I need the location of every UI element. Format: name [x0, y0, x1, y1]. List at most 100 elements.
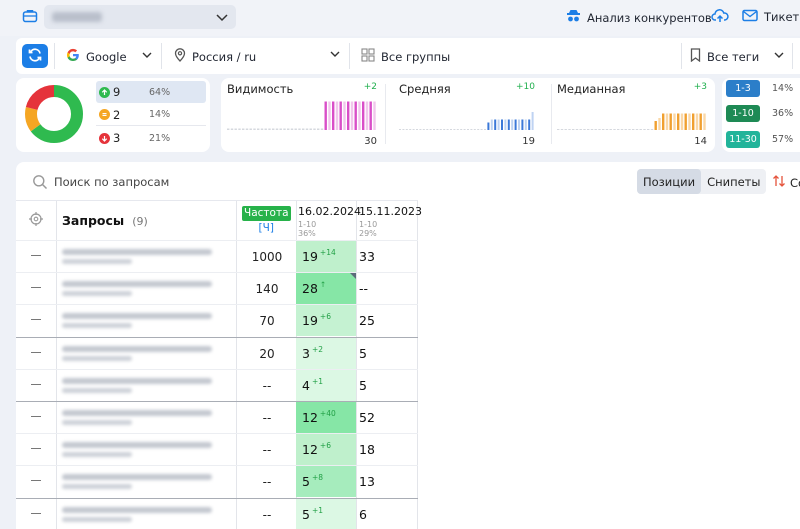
- sparkline-bar: [365, 101, 369, 130]
- stat-row-same[interactable]: 2 14%: [96, 104, 206, 126]
- sparkline-bar: [624, 129, 627, 130]
- metrics-card: Видимость +2 30 Средняя +10 19 Медианная…: [221, 78, 715, 152]
- sparkline-bar: [317, 128, 320, 130]
- sparkline-bar: [290, 128, 294, 130]
- sparkline-bar: [412, 129, 415, 130]
- stat-same-percent: 14%: [149, 109, 171, 120]
- project-select[interactable]: [44, 5, 236, 29]
- frequency-cell: 70: [259, 314, 275, 329]
- date-column-header-2[interactable]: 15.11.2023 1-10 29%: [359, 205, 422, 238]
- groups-select[interactable]: Все группы: [361, 48, 450, 65]
- tags-label: Все теги: [707, 49, 760, 64]
- position-cell-previous[interactable]: --: [359, 281, 368, 296]
- position-cell-current[interactable]: 12 +40: [296, 402, 356, 433]
- stat-row-up[interactable]: 9 64%: [96, 81, 206, 103]
- sparkline-bar: [369, 101, 372, 130]
- metric-median[interactable]: Медианная +3 14: [551, 78, 715, 152]
- frequency-cell: --: [262, 411, 272, 425]
- range-percent: 36%: [772, 108, 794, 119]
- refresh-icon: [27, 47, 43, 66]
- sparkline-bar: [669, 113, 672, 130]
- metric-average[interactable]: Средняя +10 19: [393, 78, 543, 152]
- position-cell-previous[interactable]: 25: [359, 313, 375, 328]
- search-engine-select[interactable]: Google: [66, 48, 153, 65]
- position-cell-previous[interactable]: 52: [359, 410, 375, 425]
- frequency-cell: --: [262, 378, 272, 393]
- queries-count: (9): [132, 215, 148, 228]
- sparkline-bar: [347, 101, 350, 130]
- metric-average-sparkline: [399, 112, 534, 130]
- grid-icon: [361, 48, 375, 65]
- sparkline-bar: [650, 129, 654, 130]
- tab-snippets[interactable]: Снипеты: [701, 169, 766, 194]
- position-cell-current[interactable]: 12 +6: [296, 434, 356, 466]
- table-row[interactable]: 140 28 ↑ --: [16, 272, 418, 305]
- search-icon: [32, 174, 48, 193]
- position-change: +1: [311, 505, 324, 515]
- position-value: 19: [302, 313, 318, 329]
- table-row[interactable]: 70 19 +6 25: [16, 304, 418, 337]
- table-row[interactable]: -- 5 +8 13: [16, 465, 418, 498]
- cloud-upload-button[interactable]: [711, 8, 729, 27]
- query-text-blurred: [62, 281, 212, 288]
- query-search-input[interactable]: [54, 172, 314, 192]
- top-bar: Анализ конкурентов Тикеты: [0, 0, 800, 36]
- table-row[interactable]: -- 12 +6 18: [16, 433, 418, 466]
- sparkline-bar: [443, 129, 446, 130]
- position-value: 3: [302, 345, 310, 361]
- frequency-cell: 1000: [251, 250, 283, 264]
- metric-visibility[interactable]: Видимость +2 30: [221, 78, 385, 152]
- position-cell-previous[interactable]: 6: [359, 507, 367, 522]
- stat-row-down[interactable]: 3 21%: [96, 127, 206, 149]
- position-cell-previous[interactable]: 18: [359, 442, 375, 457]
- range-badge: 11-30: [726, 131, 760, 148]
- range-row-top3[interactable]: 1-3 14%: [726, 80, 800, 97]
- region-select[interactable]: Россия / ru: [174, 48, 340, 65]
- position-cell-previous[interactable]: 33: [359, 249, 375, 264]
- sparkline-bar: [524, 119, 527, 130]
- table-row[interactable]: 20 3 +2 5: [16, 336, 418, 369]
- table-row[interactable]: -- 4 +1 5: [16, 368, 418, 401]
- position-cell-current[interactable]: 28 ↑: [296, 273, 356, 305]
- position-cell-current[interactable]: 3 +2: [296, 337, 356, 369]
- sparkline-bar: [328, 101, 331, 130]
- position-cell-previous[interactable]: 5: [359, 378, 367, 393]
- tickets-link[interactable]: Тикеты: [742, 9, 800, 25]
- date-column-header-1[interactable]: 16.02.2024 1-10 36%: [298, 205, 361, 238]
- refresh-button[interactable]: [22, 44, 48, 68]
- region-label: Россия / ru: [192, 49, 257, 64]
- sparkline-bar: [602, 129, 605, 130]
- query-text-blurred: [62, 387, 132, 393]
- frequency-column-header[interactable]: Частота [Ч]: [242, 205, 291, 234]
- position-cell-current[interactable]: 5 +1: [296, 498, 356, 529]
- position-cell-current[interactable]: 19 +14: [296, 241, 356, 272]
- table-row[interactable]: -- 5 +1 6: [16, 497, 418, 529]
- position-cell-previous[interactable]: 5: [359, 346, 367, 361]
- table-row[interactable]: -- 12 +40 52: [16, 401, 418, 433]
- date-label: 15.11.2023: [359, 205, 422, 218]
- competitor-analysis-link[interactable]: Анализ конкурентов: [566, 9, 712, 26]
- position-cell-current[interactable]: 19 +6: [296, 305, 356, 337]
- range-badge: 1-3: [726, 80, 760, 97]
- position-cell-current[interactable]: 4 +1: [296, 369, 356, 401]
- tab-positions[interactable]: Позиции: [637, 169, 702, 194]
- table-row[interactable]: 1000 19 +14 33: [16, 240, 418, 272]
- position-cell-previous[interactable]: 13: [359, 474, 375, 489]
- position-value: 5: [302, 474, 310, 490]
- row-dash-icon: [31, 319, 41, 321]
- queries-column-header[interactable]: Запросы (9): [62, 213, 148, 228]
- range-row-top30[interactable]: 11-30 57%: [726, 131, 800, 148]
- sparkline-bar: [518, 119, 520, 130]
- sparkline-bar: [594, 129, 597, 130]
- range-row-top10[interactable]: 1-10 36%: [726, 105, 800, 122]
- sparkline-bar: [572, 129, 575, 130]
- crosshair-icon[interactable]: [28, 211, 44, 230]
- sparkline-bar: [283, 128, 286, 130]
- tags-select[interactable]: Все теги: [690, 48, 785, 65]
- position-cell-current[interactable]: 5 +8: [296, 466, 356, 498]
- sparkline-bar: [575, 129, 579, 130]
- sparkline-bar: [480, 129, 483, 130]
- sparkline-bar: [590, 129, 594, 130]
- sort-button[interactable]: Со: [772, 174, 800, 191]
- sparkline-bar: [264, 128, 267, 130]
